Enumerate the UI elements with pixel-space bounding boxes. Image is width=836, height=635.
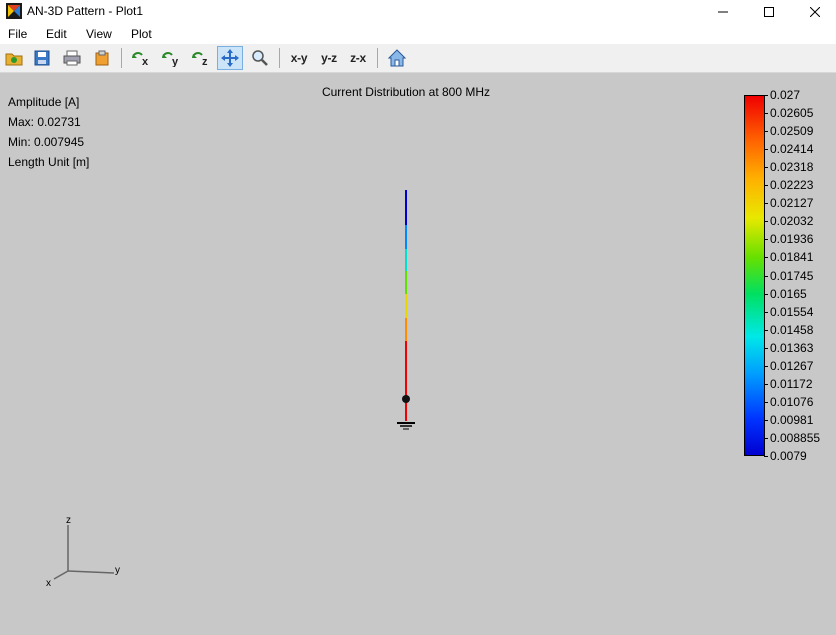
colorbar-tick [764,149,768,151]
colorbar-label: 0.01554 [770,304,814,319]
z-axis-label: z [66,515,71,526]
colorbar-label: 0.02127 [770,196,814,211]
menu-plot[interactable]: Plot [131,27,152,41]
feed-point [402,395,410,403]
colorbar-label: 0.02605 [770,106,814,121]
svg-text:y: y [172,56,179,67]
window-title: AN-3D Pattern - Plot1 [27,4,144,18]
magnifier-icon [252,50,268,66]
rotate-z-button[interactable]: z [188,46,214,70]
toolbar-separator [279,48,280,68]
ground-icon [397,422,415,430]
home-button[interactable] [384,46,410,70]
colorbar-label: 0.0079 [770,449,807,463]
colorbar-label: 0.01363 [770,340,814,355]
toolbar-separator [377,48,378,68]
zoom-button[interactable] [247,46,273,70]
save-icon [34,50,50,66]
colorbar-tick [764,95,768,96]
menu-bar: File Edit View Plot [0,23,836,44]
colorbar-tick [764,383,768,385]
maximize-icon [764,6,774,17]
close-button[interactable] [792,0,836,23]
colorbar-tick [764,437,768,439]
save-button[interactable] [29,46,55,70]
maximize-button[interactable] [746,0,792,23]
home-icon [388,49,406,67]
colorbar-tick [764,401,768,403]
colorbar-label: 0.00981 [770,412,814,427]
view-zx-button[interactable]: z-x [345,46,371,70]
colorbar-label: 0.02509 [770,124,814,139]
colorbar-label: 0.02032 [770,214,814,229]
minimize-button[interactable] [700,0,746,23]
open-folder-icon [5,53,23,66]
colorbar [744,95,765,456]
colorbar-tick [764,167,768,169]
svg-text:x: x [142,56,149,67]
view-xy-button[interactable]: x-y [286,46,312,70]
colorbar-label: 0.01267 [770,358,814,373]
colorbar-label: 0.01841 [770,250,814,265]
toolbar-separator [121,48,122,68]
colorbar-tick [764,203,768,205]
minimize-icon [718,11,728,12]
rotate-y-icon: y [162,52,179,67]
colorbar-label: 0.027 [770,88,801,102]
rotate-x-button[interactable]: x [128,46,154,70]
y-axis-line [67,570,115,574]
clipboard-icon [95,50,109,66]
clipboard-button[interactable] [89,46,115,70]
menu-view[interactable]: View [86,27,112,41]
colorbar-tick [764,113,768,115]
x-axis-label: x [46,578,51,589]
colorbar-tick [764,347,768,349]
print-button[interactable] [59,46,85,70]
app-icon [6,3,22,19]
colorbar-tick [764,239,768,241]
y-axis-label: y [115,565,120,576]
view-yz-label: y-z [321,51,337,65]
colorbar-label: 0.02318 [770,160,814,175]
svg-text:z: z [202,56,208,67]
axes-triad: z y x [46,515,120,589]
x-axis-line [53,570,69,580]
plot-area[interactable]: Amplitude [A] Max: 0.02731 Min: 0.007945… [0,73,836,635]
colorbar-tick [764,419,768,421]
colorbar-tick [764,456,768,457]
colorbar-tick [764,221,768,223]
view-yz-button[interactable]: y-z [316,46,342,70]
colorbar-tick [764,329,768,331]
colorbar-label: 0.01458 [770,322,814,337]
colorbar-label: 0.01936 [770,232,814,247]
pan-button[interactable] [217,46,243,70]
pan-arrows-icon [221,49,239,67]
colorbar-label: 0.01172 [770,376,813,391]
colorbar-tick [764,365,768,367]
close-icon [810,6,820,17]
colorbar-label: 0.01745 [770,268,814,283]
colorbar-label: 0.02223 [770,178,814,193]
colorbar-label: 0.0165 [770,286,807,301]
colorbar-tick [764,257,768,259]
printer-icon [63,50,81,66]
title-bar: AN-3D Pattern - Plot1 [0,0,836,23]
open-button[interactable] [1,46,27,70]
colorbar-label: 0.02414 [770,142,814,157]
rotate-y-button[interactable]: y [158,46,184,70]
colorbar-tick [764,131,768,133]
colorbar-label: 0.008855 [770,430,821,445]
menu-edit[interactable]: Edit [46,27,67,41]
colorbar-tick [764,311,768,313]
colorbar-tick [764,185,768,187]
view-xy-label: x-y [290,51,308,65]
toolbar: x y z x-y y-z z-x [0,44,836,73]
colorbar-tick [764,275,768,277]
colorbar-tick [764,293,768,295]
rotate-z-icon: z [192,52,208,67]
menu-file[interactable]: File [8,27,27,41]
rotate-x-icon: x [132,52,149,67]
view-zx-label: z-x [350,51,366,65]
colorbar-label: 0.01076 [770,394,814,409]
